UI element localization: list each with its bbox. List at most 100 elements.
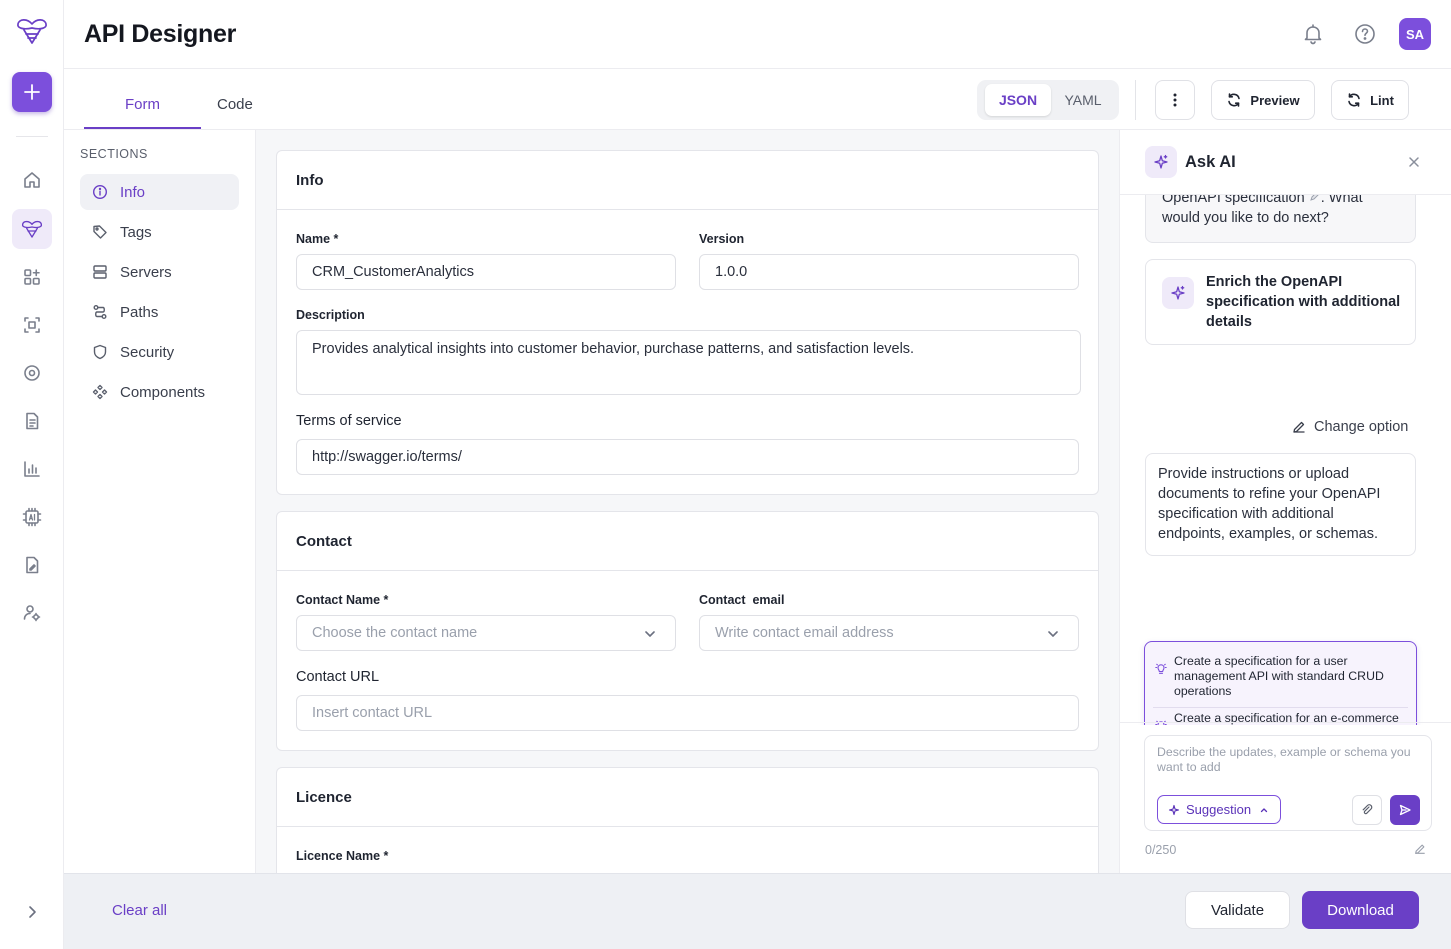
tab-form[interactable]: Form <box>125 96 160 113</box>
terms-label: Terms of service <box>296 413 402 429</box>
edit-icon <box>1309 195 1319 201</box>
ask-ai-panel: Ask AI OpenAPI specification . What woul… <box>1119 130 1451 873</box>
radar-icon[interactable] <box>12 353 52 393</box>
validate-button[interactable]: Validate <box>1185 891 1290 929</box>
yaml-toggle-option[interactable]: YAML <box>1053 84 1113 116</box>
document-icon[interactable] <box>12 401 52 441</box>
send-icon <box>1399 804 1411 816</box>
form-area: Info Name * CRM_CustomerAnalytics Versio… <box>256 130 1119 873</box>
page-title: API Designer <box>84 20 237 48</box>
suggestion-divider <box>1153 707 1408 708</box>
ai-chip-icon[interactable] <box>12 497 52 537</box>
instructions-message: Provide instructions or upload documents… <box>1145 453 1416 556</box>
api-designer-icon[interactable] <box>12 209 52 249</box>
ai-message-line: would you like to do next? <box>1162 210 1329 226</box>
name-input[interactable]: CRM_CustomerAnalytics <box>296 254 676 290</box>
bar-chart-icon[interactable] <box>12 449 52 489</box>
users-settings-icon[interactable] <box>12 593 52 633</box>
suggestions-popover: Create a specification for a user manage… <box>1144 641 1417 725</box>
character-counter: 0/250 <box>1145 843 1177 857</box>
version-input[interactable]: 1.0.0 <box>699 254 1079 290</box>
chevron-down-icon <box>1046 627 1060 641</box>
refresh-icon <box>1348 93 1360 107</box>
licence-card-title: Licence <box>277 768 1098 827</box>
preview-label: Preview <box>1250 92 1300 108</box>
option-text: Enrich the OpenAPI specification with ad… <box>1206 274 1401 330</box>
json-toggle-option[interactable]: JSON <box>985 84 1051 116</box>
selected-option-card[interactable]: Enrich the OpenAPI specification with ad… <box>1145 259 1416 345</box>
contact-name-select[interactable]: Choose the contact name <box>296 615 676 651</box>
section-item-label: Paths <box>120 303 159 321</box>
licence-card: Licence Licence Name * <box>276 767 1099 873</box>
contact-card-title: Contact <box>277 512 1098 571</box>
change-option-link[interactable]: Change option <box>1292 419 1408 435</box>
preview-button[interactable]: Preview <box>1211 80 1315 120</box>
contact-name-label: Contact Name * <box>296 593 389 607</box>
app-logo-icon[interactable] <box>15 16 49 46</box>
section-item-label: Components <box>120 383 206 401</box>
toolbar-divider <box>1135 80 1136 120</box>
focus-frame-icon[interactable] <box>12 305 52 345</box>
send-button[interactable] <box>1390 795 1420 825</box>
section-item-security[interactable]: Security <box>80 334 239 370</box>
edit-document-icon[interactable] <box>12 545 52 585</box>
ai-message-line: . What <box>1320 195 1363 206</box>
section-item-info[interactable]: Info <box>80 174 239 210</box>
change-option-label: Change option <box>1314 419 1409 435</box>
section-item-components[interactable]: Components <box>80 374 239 410</box>
lightbulb-icon <box>1155 663 1167 675</box>
avatar[interactable]: SA <box>1399 18 1431 50</box>
terms-input[interactable]: http://swagger.io/terms/ <box>296 439 1079 475</box>
contact-email-label: Contact email <box>699 593 785 607</box>
section-item-label: Security <box>120 343 175 361</box>
info-card: Info Name * CRM_CustomerAnalytics Versio… <box>276 150 1099 495</box>
close-icon[interactable] <box>1406 154 1422 170</box>
contact-email-select[interactable]: Write contact email address <box>699 615 1079 651</box>
contact-url-input[interactable]: Insert contact URL <box>296 695 1079 731</box>
expand-rail-icon[interactable] <box>20 900 44 924</box>
sections-sidebar: SECTIONS Info Tags Servers Paths Securit… <box>64 130 256 873</box>
ai-message-line: OpenAPI specification <box>1162 195 1305 206</box>
pencil-icon[interactable] <box>1414 843 1426 855</box>
lint-button[interactable]: Lint <box>1331 80 1409 120</box>
clear-all-link[interactable]: Clear all <box>112 902 167 919</box>
section-item-tags[interactable]: Tags <box>80 214 239 250</box>
help-icon[interactable] <box>1353 22 1377 46</box>
licence-name-label: Licence Name * <box>296 849 389 863</box>
more-options-button[interactable] <box>1155 80 1195 120</box>
format-toggle: JSON YAML <box>977 80 1119 120</box>
composer-divider <box>1120 722 1451 723</box>
section-item-label: Tags <box>120 223 152 241</box>
sparkle-icon <box>1168 804 1180 815</box>
more-vertical-icon <box>1173 93 1177 107</box>
ai-prompt-input[interactable]: Describe the updates, example or schema … <box>1157 745 1425 775</box>
left-rail <box>0 0 64 949</box>
apps-grid-icon[interactable] <box>12 257 52 297</box>
tag-icon <box>92 224 108 240</box>
section-item-servers[interactable]: Servers <box>80 254 239 290</box>
chevron-down-icon <box>643 627 657 641</box>
ask-ai-header: Ask AI <box>1120 130 1451 195</box>
ai-composer: Describe the updates, example or schema … <box>1144 735 1432 831</box>
suggestion-button-label: Suggestion <box>1186 802 1252 817</box>
sections-caption: SECTIONS <box>80 147 148 161</box>
sparkle-icon <box>1145 146 1177 178</box>
ai-message: OpenAPI specification . What would you l… <box>1145 195 1416 243</box>
lint-label: Lint <box>1370 92 1394 108</box>
section-item-paths[interactable]: Paths <box>80 294 239 330</box>
new-project-button[interactable] <box>12 72 52 112</box>
version-label: Version <box>699 232 745 246</box>
tab-code[interactable]: Code <box>217 96 253 113</box>
attach-button[interactable] <box>1352 795 1382 825</box>
chevron-up-icon <box>1260 807 1268 812</box>
bell-icon[interactable] <box>1301 22 1325 46</box>
home-icon[interactable] <box>12 160 52 200</box>
suggestion-button[interactable]: Suggestion <box>1157 795 1281 824</box>
paperclip-icon <box>1362 804 1373 815</box>
ask-ai-conversation[interactable]: OpenAPI specification . What would you l… <box>1120 195 1451 725</box>
suggestion-item[interactable]: Create a specification for a user manage… <box>1153 654 1408 699</box>
info-card-title: Info <box>277 151 1098 210</box>
ask-ai-title: Ask AI <box>1185 153 1236 171</box>
description-textarea[interactable]: Provides analytical insights into custom… <box>296 330 1081 395</box>
download-button[interactable]: Download <box>1302 891 1419 929</box>
